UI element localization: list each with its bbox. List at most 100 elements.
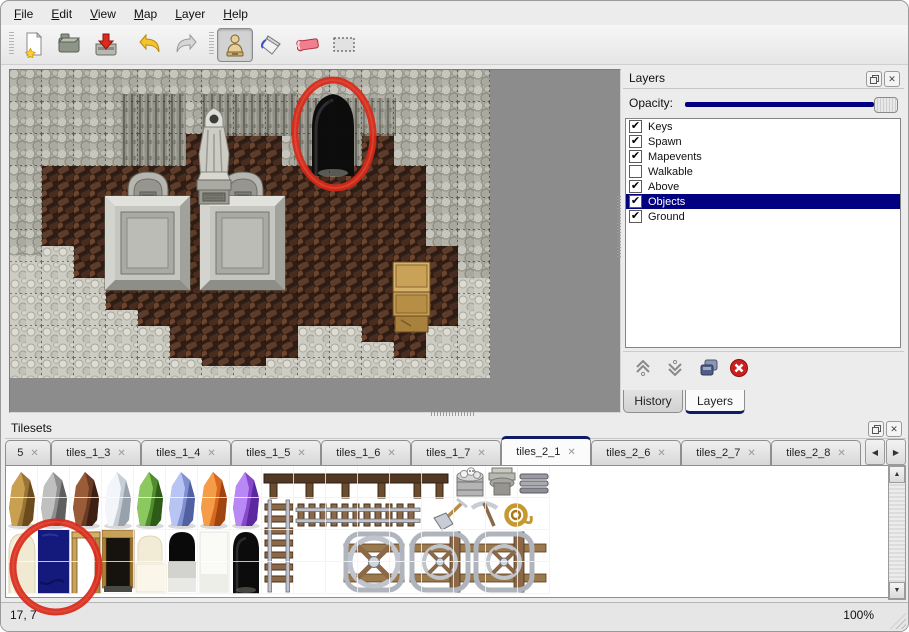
map-canvas[interactable]: [9, 69, 621, 413]
layer-row-mapevents[interactable]: ✔ Mapevents: [626, 149, 900, 164]
layer-row-walkable[interactable]: Walkable: [626, 164, 900, 179]
tileset-tab[interactable]: tiles_1_7 ✕: [411, 440, 501, 465]
close-tab-icon[interactable]: ✕: [297, 448, 305, 459]
layer-row-objects[interactable]: ✔ Objects: [626, 194, 900, 209]
opacity-label: Opacity:: [629, 96, 673, 110]
save-map-button[interactable]: [89, 28, 123, 60]
duplicate-layer-button[interactable]: [697, 356, 721, 380]
layer-visibility-checkbox[interactable]: ✔: [629, 120, 642, 133]
opacity-slider-handle[interactable]: [874, 97, 898, 113]
window-resize-grip[interactable]: [890, 613, 906, 629]
layers-panel-title: Layers: [629, 71, 665, 85]
menu-edit[interactable]: Edit: [42, 4, 81, 24]
move-layer-up-button[interactable]: [631, 356, 655, 380]
layer-row-ground[interactable]: ✔ Ground: [626, 209, 900, 224]
float-panel-button[interactable]: [866, 71, 882, 87]
tab-layers[interactable]: Layers: [685, 390, 745, 414]
layer-row-keys[interactable]: ✔ Keys: [626, 119, 900, 134]
scroll-up-button[interactable]: ▲: [889, 466, 905, 483]
close-tab-icon[interactable]: ✕: [117, 448, 125, 459]
layer-visibility-checkbox[interactable]: ✔: [629, 180, 642, 193]
tileset-tab[interactable]: tiles_2_7 ✕: [681, 440, 771, 465]
stamp-tool-button[interactable]: [217, 28, 253, 62]
new-map-button[interactable]: [17, 28, 51, 60]
delete-layer-button[interactable]: [727, 356, 751, 380]
zoom-level: 100%: [843, 608, 874, 622]
tileset-tab[interactable]: tiles_2_8 ✕: [771, 440, 861, 465]
menu-file[interactable]: File: [5, 4, 42, 24]
fill-tool-button[interactable]: [255, 28, 289, 60]
scroll-down-button[interactable]: ▼: [889, 582, 905, 599]
toolbar-drag-handle[interactable]: [209, 32, 214, 56]
delete-icon: [729, 358, 749, 378]
tab-label: tiles_1_4: [156, 447, 200, 459]
tab-label: tiles_1_5: [246, 447, 290, 459]
tileset-view[interactable]: [5, 465, 889, 598]
opacity-slider-track[interactable]: [685, 102, 874, 107]
menu-map[interactable]: Map: [125, 4, 166, 24]
eraser-tool-button[interactable]: [291, 28, 325, 60]
status-bar: 17, 7 100%: [1, 602, 908, 631]
close-tab-icon[interactable]: ✕: [837, 448, 845, 459]
layer-visibility-checkbox[interactable]: ✔: [629, 135, 642, 148]
close-tab-icon[interactable]: ✕: [30, 448, 38, 459]
close-panel-button[interactable]: ✕: [884, 71, 900, 87]
tab-label: tiles_2_8: [786, 447, 830, 459]
layer-visibility-checkbox[interactable]: [629, 165, 642, 178]
tileset-scrollbar[interactable]: ▲ ▼: [888, 465, 906, 600]
close-tab-icon[interactable]: ✕: [747, 448, 755, 459]
tileset-tab[interactable]: tiles_2_6 ✕: [591, 440, 681, 465]
layer-visibility-checkbox[interactable]: ✔: [629, 210, 642, 223]
tab-label: 5: [17, 447, 23, 459]
map-tileset-splitter[interactable]: [431, 412, 475, 416]
layers-panel: Layers ✕ Opacity: ✔ Keys ✔ Spawn: [623, 69, 904, 413]
fill-bucket-icon: [258, 30, 286, 58]
map-editor-window: File Edit View Map Layer Help: [0, 0, 909, 632]
tileset-render: [6, 466, 878, 594]
layer-name: Above: [648, 181, 679, 193]
tab-label: tiles_2_1: [516, 446, 560, 458]
undo-button[interactable]: [133, 28, 167, 60]
close-tab-icon[interactable]: ✕: [657, 448, 665, 459]
tileset-tab[interactable]: tiles_1_4 ✕: [141, 440, 231, 465]
redo-button[interactable]: [169, 28, 203, 60]
scroll-tabs-right-button[interactable]: ▶: [886, 439, 906, 465]
open-map-button[interactable]: [53, 28, 87, 60]
layer-visibility-checkbox[interactable]: ✔: [629, 150, 642, 163]
tab-label: tiles_1_7: [426, 447, 470, 459]
menu-view[interactable]: View: [81, 4, 125, 24]
tilesets-panel-title: Tilesets: [11, 421, 52, 435]
tileset-tab-bar: 5 ✕ tiles_1_3 ✕ tiles_1_4 ✕ tiles_1_5 ✕ …: [5, 438, 906, 465]
duplicate-icon: [699, 358, 719, 378]
scroll-tabs-left-button[interactable]: ◀: [865, 439, 885, 465]
tileset-tab[interactable]: 5 ✕: [5, 440, 51, 465]
selection-rectangle-icon: [330, 30, 358, 58]
tileset-tab[interactable]: tiles_1_3 ✕: [51, 440, 141, 465]
move-layer-down-button[interactable]: [663, 356, 687, 380]
tileset-tab[interactable]: tiles_1_6 ✕: [321, 440, 411, 465]
layer-row-above[interactable]: ✔ Above: [626, 179, 900, 194]
tab-label: Layers: [697, 394, 733, 408]
close-tab-icon[interactable]: ✕: [207, 448, 215, 459]
tileset-tab[interactable]: tiles_1_5 ✕: [231, 440, 321, 465]
menu-layer[interactable]: Layer: [166, 4, 214, 24]
tab-history[interactable]: History: [623, 390, 683, 413]
layer-actions-toolbar: [623, 351, 904, 384]
map-panel-splitter[interactable]: [617, 196, 621, 258]
close-tab-icon[interactable]: ✕: [567, 447, 575, 458]
layer-name: Keys: [648, 121, 672, 133]
layer-name: Objects: [648, 196, 685, 208]
tileset-tab-selected[interactable]: tiles_2_1 ✕: [501, 436, 591, 465]
move-down-icon: [665, 358, 685, 378]
menu-help[interactable]: Help: [214, 4, 257, 24]
close-tab-icon[interactable]: ✕: [477, 448, 485, 459]
float-panel-button[interactable]: [868, 421, 884, 437]
layer-visibility-checkbox[interactable]: ✔: [629, 195, 642, 208]
close-panel-button[interactable]: ✕: [886, 421, 902, 437]
layer-name: Spawn: [648, 136, 682, 148]
layer-row-spawn[interactable]: ✔ Spawn: [626, 134, 900, 149]
redo-arrow-icon: [172, 30, 200, 58]
toolbar-drag-handle[interactable]: [9, 32, 14, 56]
select-tool-button[interactable]: [327, 28, 361, 60]
close-tab-icon[interactable]: ✕: [387, 448, 395, 459]
